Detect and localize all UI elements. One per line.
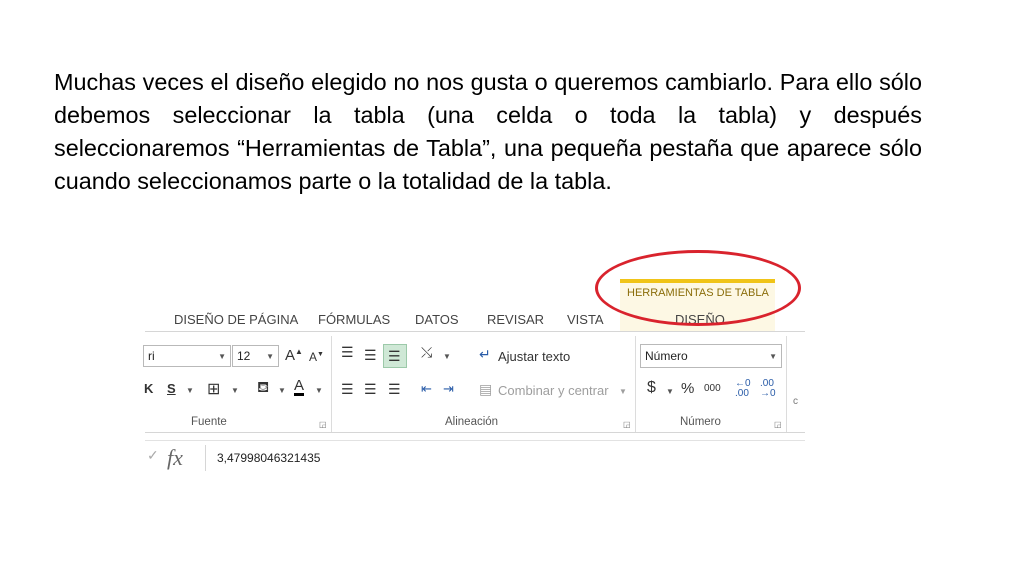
- tab-revisar[interactable]: REVISAR: [487, 312, 544, 327]
- wrap-text-button[interactable]: Ajustar texto: [498, 349, 570, 364]
- accounting-format-button[interactable]: $: [647, 379, 656, 397]
- comma-style-button[interactable]: 000: [704, 383, 721, 394]
- formula-input[interactable]: 3,47998046321435: [217, 451, 320, 465]
- wrap-text-icon[interactable]: ↵: [479, 346, 491, 363]
- check-icon-partial[interactable]: ✓: [147, 447, 159, 464]
- group-separator: [635, 336, 636, 432]
- align-middle-icon[interactable]: ☰: [364, 347, 377, 364]
- align-right-icon[interactable]: ☰: [388, 381, 401, 398]
- formula-bar: ✓ fx 3,47998046321435: [145, 440, 805, 473]
- italic-button-partial[interactable]: K: [144, 381, 153, 396]
- align-center-icon[interactable]: ☰: [364, 381, 377, 398]
- chevron-down-icon[interactable]: ▼: [278, 386, 286, 395]
- group-label-font: Fuente: [191, 416, 227, 428]
- tab-formulas[interactable]: FÓRMULAS: [318, 312, 390, 327]
- dialog-launcher-icon[interactable]: ◲: [623, 420, 631, 429]
- group-label-alignment: Alineación: [445, 416, 499, 428]
- percent-style-button[interactable]: %: [681, 380, 694, 397]
- font-name-select[interactable]: ri ▼: [143, 345, 231, 367]
- chevron-down-icon: ▼: [266, 352, 274, 361]
- instruction-paragraph: Muchas veces el diseño elegido no nos gu…: [54, 69, 922, 194]
- align-top-icon[interactable]: ☰: [341, 344, 354, 361]
- font-size-value: 12: [237, 349, 251, 363]
- group-label-number: Número: [680, 416, 721, 428]
- ribbon-divider: [145, 331, 805, 332]
- group-separator: [331, 336, 332, 432]
- next-group-partial-icon: c: [793, 396, 798, 407]
- grow-font-icon[interactable]: A▲: [285, 347, 303, 364]
- formula-bar-separator: [205, 445, 206, 471]
- merge-center-icon[interactable]: ▤: [479, 381, 492, 398]
- tab-vista[interactable]: VISTA: [567, 312, 604, 327]
- number-format-value: Número: [645, 349, 688, 363]
- ribbon-bottom-border: [145, 432, 805, 433]
- increase-indent-icon[interactable]: ⇥: [443, 381, 454, 397]
- decrease-indent-icon[interactable]: ⇤: [421, 381, 432, 397]
- decrease-decimal-icon[interactable]: .00 →0: [760, 379, 776, 399]
- tab-diseno-de-pagina[interactable]: DISEÑO DE PÁGINA: [174, 312, 298, 327]
- fill-color-icon[interactable]: ⛾: [257, 379, 269, 398]
- font-name-value: ri: [148, 349, 155, 363]
- font-color-icon[interactable]: A: [294, 378, 305, 396]
- chevron-down-icon[interactable]: ▼: [231, 386, 239, 395]
- strikethrough-button[interactable]: S: [167, 381, 176, 396]
- chevron-down-icon[interactable]: ▼: [619, 387, 627, 396]
- increase-decimal-icon[interactable]: ←0.00: [735, 379, 751, 399]
- shrink-font-icon[interactable]: A▼: [309, 350, 324, 364]
- group-separator: [786, 336, 787, 432]
- merge-center-button[interactable]: Combinar y centrar: [498, 383, 609, 398]
- number-format-select[interactable]: Número ▼: [640, 344, 782, 368]
- chevron-down-icon[interactable]: ▼: [666, 387, 674, 396]
- highlight-ellipse: [595, 250, 801, 326]
- tab-datos[interactable]: DATOS: [415, 312, 459, 327]
- chevron-down-icon[interactable]: ▼: [443, 352, 451, 361]
- chevron-down-icon[interactable]: ▼: [186, 386, 194, 395]
- chevron-down-icon[interactable]: ▼: [769, 352, 777, 361]
- insert-function-button[interactable]: fx: [167, 445, 183, 471]
- align-left-icon[interactable]: ☰: [341, 381, 354, 398]
- excel-ribbon-screenshot: HERRAMIENTAS DE TABLA DISEÑO DE PÁGINA F…: [143, 240, 805, 480]
- dialog-launcher-icon[interactable]: ◲: [774, 420, 782, 429]
- font-size-select[interactable]: 12 ▼: [232, 345, 279, 367]
- dialog-launcher-icon[interactable]: ◲: [319, 420, 327, 429]
- orientation-icon[interactable]: ⤯: [421, 344, 432, 361]
- align-bottom-icon: ☰: [388, 348, 401, 364]
- chevron-down-icon[interactable]: ▼: [315, 386, 323, 395]
- borders-icon[interactable]: ⊞: [207, 379, 220, 399]
- chevron-down-icon: ▼: [218, 352, 226, 361]
